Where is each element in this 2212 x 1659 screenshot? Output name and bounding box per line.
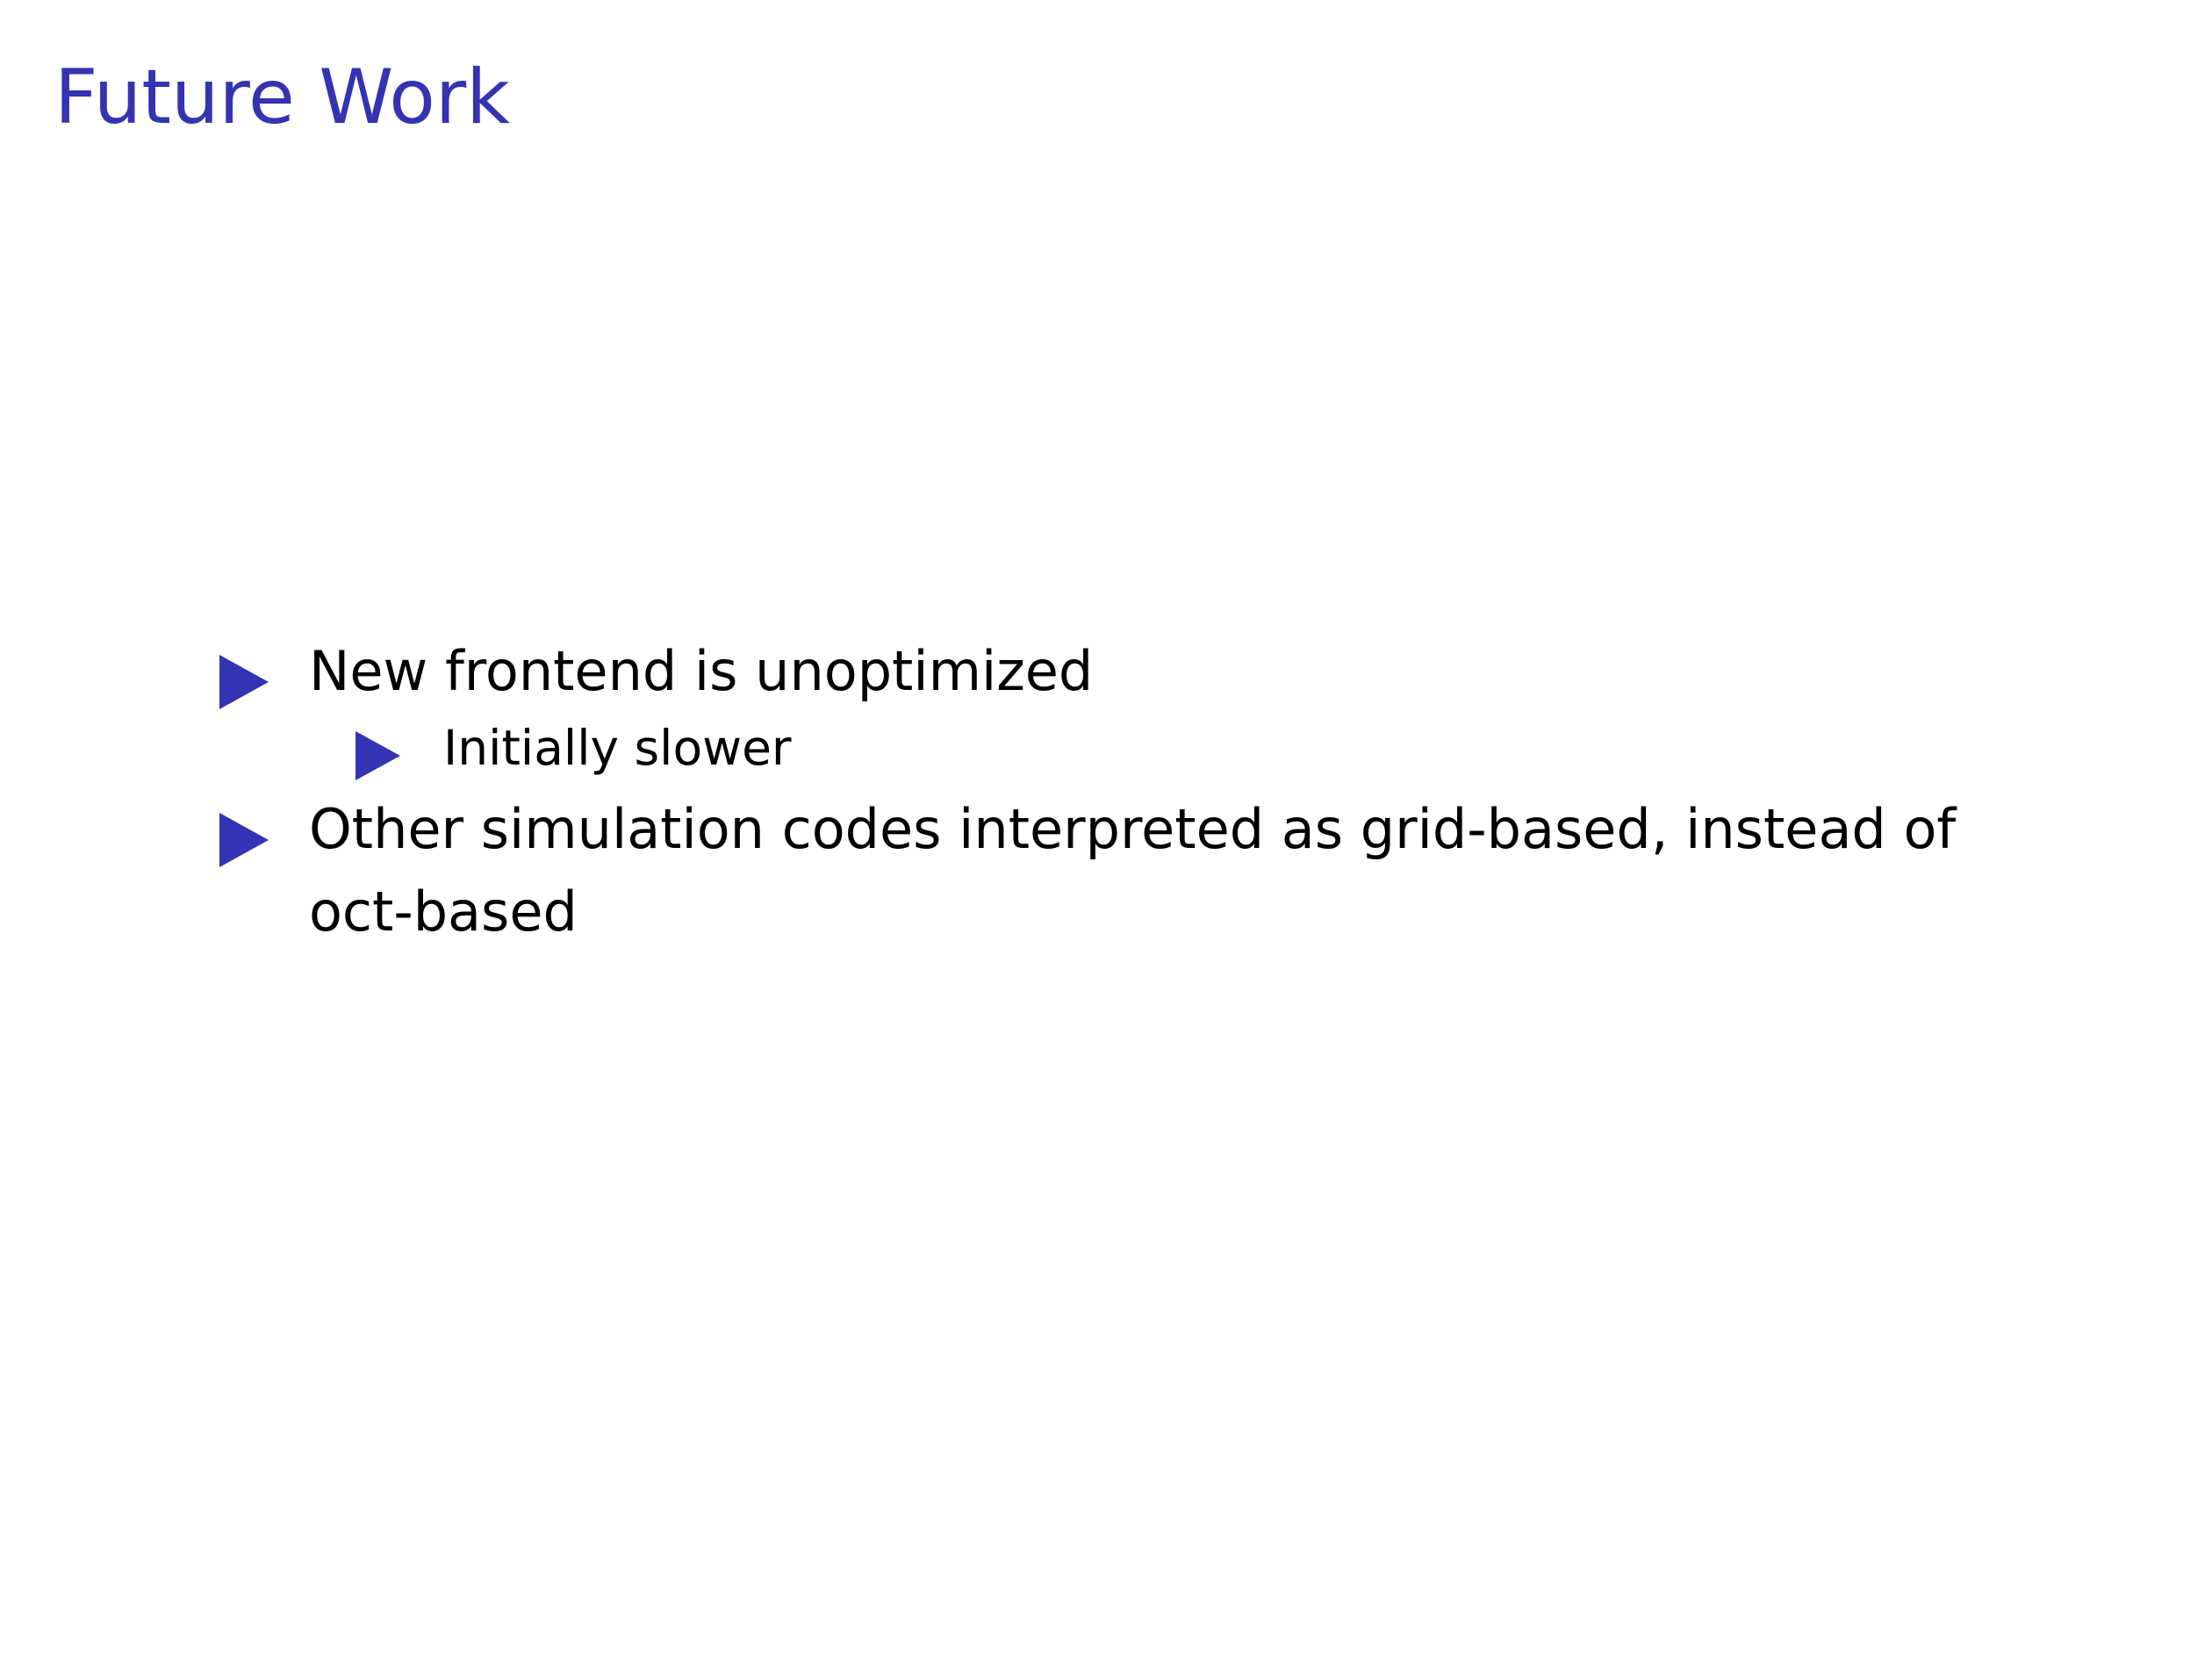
bullet-item-text: New frontend is unoptimized [309, 639, 1094, 703]
bullet-item-new-frontend: New frontend is unoptimized [219, 630, 2029, 713]
triangle-bullet-icon [356, 731, 400, 780]
bullet-item-other-simulation-codes: Other simulation codes interpreted as gr… [219, 788, 2029, 953]
triangle-bullet-icon [219, 655, 269, 709]
sub-bullet-item-text: Initially slower [443, 720, 792, 776]
sub-bullet-item-initially-slower: Initially slower [356, 713, 792, 783]
bullet-item-text: Other simulation codes interpreted as gr… [309, 797, 1957, 944]
slide-body: New frontend is unoptimized Initially sl… [0, 0, 2212, 1659]
triangle-bullet-icon [219, 813, 269, 867]
